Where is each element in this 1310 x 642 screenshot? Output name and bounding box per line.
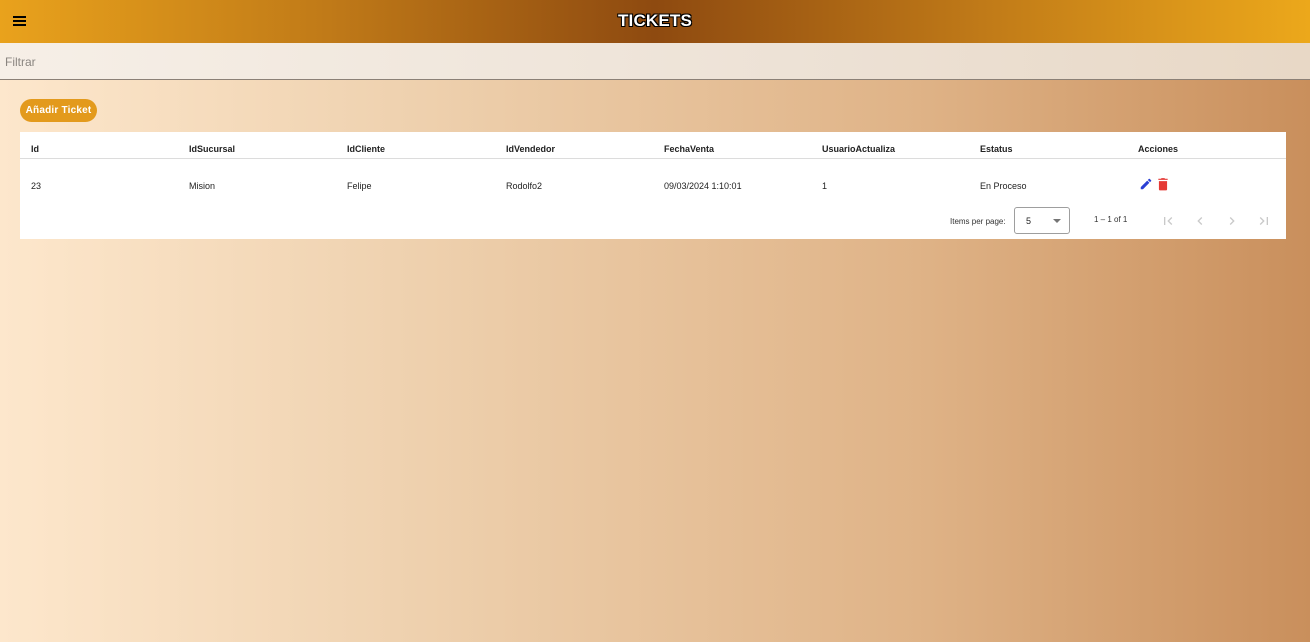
- next-page-button[interactable]: [1224, 213, 1240, 229]
- cell-estatus: En Proceso: [980, 181, 1027, 191]
- table-header: Id IdSucursal IdCliente IdVendedor Fecha…: [20, 132, 1286, 159]
- add-ticket-button[interactable]: Añadir Ticket: [20, 99, 97, 122]
- previous-page-button[interactable]: [1192, 213, 1208, 229]
- page-title: TICKETS: [617, 11, 693, 30]
- dropdown-arrow-icon: [1053, 219, 1061, 223]
- range-label: 1 – 1 of 1: [1094, 215, 1128, 224]
- edit-icon[interactable]: [1139, 177, 1153, 191]
- last-page-icon: [1259, 217, 1268, 225]
- column-header-idvendedor[interactable]: IdVendedor: [506, 144, 555, 154]
- filter-input[interactable]: [5, 53, 1305, 71]
- column-header-acciones: Acciones: [1138, 144, 1179, 154]
- cell-idcliente: Felipe: [347, 181, 372, 191]
- column-header-usuarioactualiza[interactable]: UsuarioActualiza: [822, 144, 895, 154]
- filter-bar: [0, 43, 1310, 80]
- top-toolbar: TICKETS: [0, 0, 1310, 43]
- row-actions: [1139, 177, 1173, 191]
- delete-icon[interactable]: [1157, 177, 1169, 191]
- chevron-right-icon: [1229, 217, 1235, 225]
- items-per-page-label: Items per page:: [950, 217, 1006, 226]
- cell-idsucursal: Mision: [189, 181, 216, 191]
- chevron-left-icon: [1197, 217, 1203, 225]
- column-header-estatus[interactable]: Estatus: [980, 144, 1013, 154]
- cell-id: 23: [31, 181, 42, 191]
- column-header-id[interactable]: Id: [31, 144, 39, 154]
- table-row: 23 Mision Felipe Rodolfo2 09/03/2024 1:1…: [20, 159, 1286, 203]
- column-header-fechaventa[interactable]: FechaVenta: [664, 144, 714, 154]
- column-header-idcliente[interactable]: IdCliente: [347, 144, 385, 154]
- cell-idvendedor: Rodolfo2: [506, 181, 543, 191]
- first-page-button[interactable]: [1160, 213, 1176, 229]
- tickets-table: Id IdSucursal IdCliente IdVendedor Fecha…: [20, 132, 1286, 239]
- cell-fechaventa: 09/03/2024 1:10:01: [664, 181, 742, 191]
- column-header-idsucursal[interactable]: IdSucursal: [189, 144, 235, 154]
- last-page-button[interactable]: [1256, 213, 1272, 229]
- first-page-icon: [1164, 217, 1173, 225]
- page-size-value: 5: [1026, 216, 1032, 226]
- page-size-select[interactable]: 5: [1014, 207, 1070, 234]
- paginator: Items per page: 5 1 – 1 of 1: [20, 203, 1286, 239]
- cell-usuarioactualiza: 1: [822, 181, 828, 191]
